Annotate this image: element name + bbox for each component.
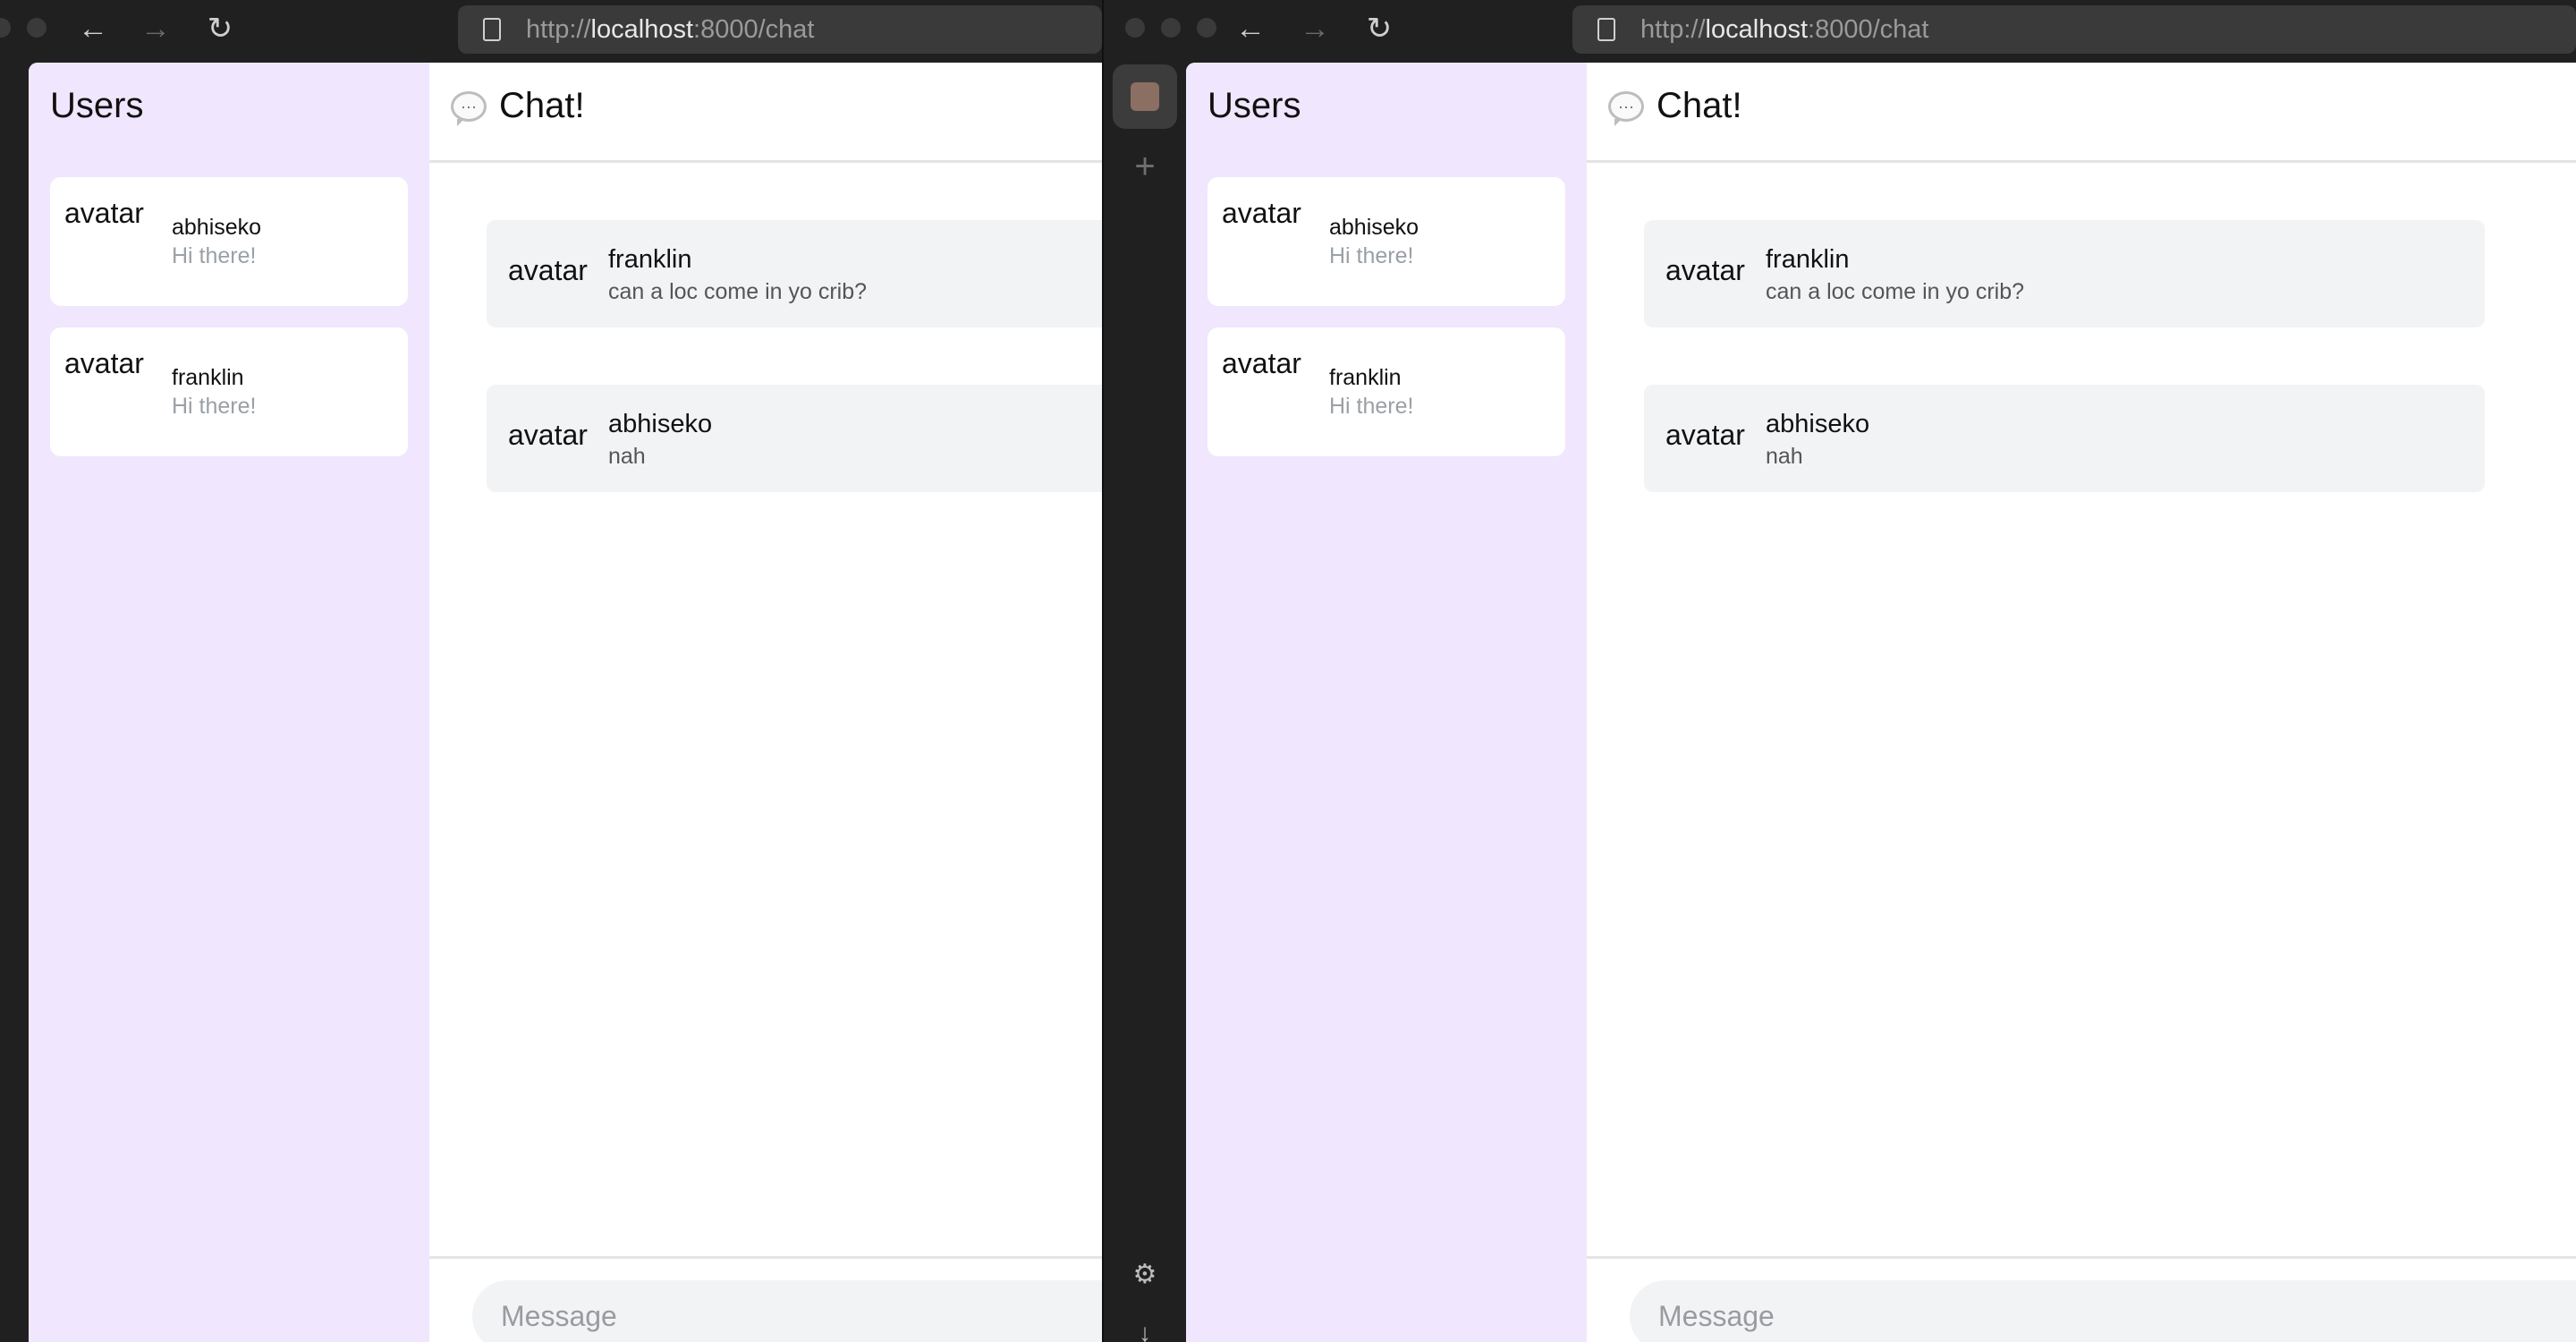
browser-window-left: ← → ↻ http://localhost:8000/chat Users a… — [0, 0, 1102, 1342]
url-host: localhost — [1705, 14, 1809, 44]
user-card-franklin[interactable]: avatar franklin Hi there! — [50, 327, 408, 456]
chat-page: Users avatar abhiseko Hi there! avatar f… — [29, 63, 1102, 1342]
message-item: avatar franklin can a loc come in yo cri… — [1644, 220, 2485, 327]
url-prefix: http:// — [526, 14, 591, 44]
chat-panel: ··· Chat! avatar franklin can a loc come… — [429, 63, 1102, 1342]
speech-bubble-icon: ··· — [451, 90, 487, 126]
close-window-button[interactable] — [1125, 18, 1145, 38]
avatar: avatar — [1665, 419, 1745, 451]
chat-title: ··· Chat! — [451, 86, 585, 126]
browser-vertical-sidebar: + ⚙ ↓ — [1104, 59, 1186, 1342]
chat-page: Users avatar abhiseko Hi there! avatar f… — [1186, 63, 2576, 1342]
avatar: avatar — [64, 197, 144, 229]
user-name: franklin — [172, 365, 244, 390]
user-card-franklin[interactable]: avatar franklin Hi there! — [1208, 327, 1565, 456]
forward-button[interactable]: → — [134, 9, 177, 48]
back-arrow-icon: ← — [1235, 12, 1266, 46]
close-window-button[interactable] — [0, 18, 11, 38]
reload-icon: ↻ — [207, 12, 233, 46]
user-preview: Hi there! — [1329, 394, 1414, 419]
message-input[interactable] — [1630, 1280, 2576, 1342]
message-text: nah — [1766, 444, 1803, 469]
user-name: franklin — [1329, 365, 1402, 390]
url-path: :8000/chat — [1808, 14, 1929, 44]
message-text: nah — [608, 444, 646, 469]
message-item: avatar abhiseko nah — [487, 385, 1102, 492]
avatar: avatar — [508, 254, 588, 286]
chat-title: ··· Chat! — [1608, 86, 1742, 126]
url-host: localhost — [590, 14, 694, 44]
reload-button[interactable]: ↻ — [199, 9, 242, 48]
chat-title-text: Chat! — [499, 86, 585, 125]
url-prefix: http:// — [1640, 14, 1706, 44]
minimize-window-button[interactable] — [1161, 18, 1181, 38]
user-preview: Hi there! — [172, 243, 257, 268]
browser-toolbar: ← → ↻ http://localhost:8000/chat — [1104, 0, 2576, 59]
message-author: franklin — [608, 245, 692, 274]
message-text: can a loc come in yo crib? — [608, 279, 868, 304]
back-arrow-icon: ← — [78, 12, 108, 46]
chat-header: ··· Chat! — [1587, 63, 2576, 163]
user-name: abhiseko — [172, 215, 262, 240]
active-tab[interactable] — [1113, 64, 1177, 129]
settings-button[interactable]: ⚙ — [1125, 1254, 1165, 1294]
avatar: avatar — [64, 347, 144, 379]
avatar: avatar — [1665, 254, 1745, 286]
back-button[interactable]: ← — [1229, 9, 1272, 48]
message-author: abhiseko — [608, 410, 713, 438]
download-icon: ↓ — [1139, 1319, 1151, 1342]
window-controls — [0, 18, 47, 38]
page-document-icon — [483, 18, 501, 41]
message-input[interactable] — [472, 1280, 1102, 1342]
user-card-abhiseko[interactable]: avatar abhiseko Hi there! — [1208, 177, 1565, 306]
downloads-button[interactable]: ↓ — [1125, 1313, 1165, 1342]
reload-button[interactable]: ↻ — [1358, 9, 1401, 48]
users-title: Users — [1208, 86, 1301, 125]
chat-panel: ··· Chat! avatar franklin can a loc come… — [1587, 63, 2576, 1342]
address-bar[interactable]: http://localhost:8000/chat — [458, 5, 1102, 54]
avatar: avatar — [1222, 197, 1301, 229]
message-item: avatar abhiseko nah — [1644, 385, 2485, 492]
users-panel: Users avatar abhiseko Hi there! avatar f… — [29, 63, 429, 1342]
message-item: avatar franklin can a loc come in yo cri… — [487, 220, 1102, 327]
forward-arrow-icon: → — [1300, 12, 1330, 46]
message-text: can a loc come in yo crib? — [1766, 279, 2025, 304]
speech-bubble-icon: ··· — [1608, 90, 1644, 126]
users-title: Users — [50, 86, 144, 125]
forward-button[interactable]: → — [1293, 9, 1336, 48]
minimize-window-button[interactable] — [27, 18, 47, 38]
new-tab-button[interactable]: + — [1120, 141, 1170, 191]
back-button[interactable]: ← — [72, 9, 114, 48]
page-document-icon — [1597, 18, 1615, 41]
users-panel: Users avatar abhiseko Hi there! avatar f… — [1186, 63, 1587, 1342]
user-name: abhiseko — [1329, 215, 1419, 240]
reload-icon: ↻ — [1366, 12, 1393, 46]
gear-icon: ⚙ — [1132, 1259, 1157, 1289]
forward-arrow-icon: → — [140, 12, 171, 46]
user-preview: Hi there! — [1329, 243, 1414, 268]
avatar: avatar — [508, 419, 588, 451]
address-bar[interactable]: http://localhost:8000/chat — [1572, 5, 2576, 54]
window-controls — [1125, 18, 1216, 38]
user-preview: Hi there! — [172, 394, 257, 419]
plus-icon: + — [1134, 146, 1156, 186]
tab-favicon-icon — [1131, 82, 1159, 111]
message-composer — [429, 1256, 1102, 1342]
zoom-window-button[interactable] — [1197, 18, 1216, 38]
message-author: abhiseko — [1766, 410, 1870, 438]
message-author: franklin — [1766, 245, 1850, 274]
message-composer — [1587, 1256, 2576, 1342]
url-path: :8000/chat — [693, 14, 815, 44]
browser-window-right: ← → ↻ http://localhost:8000/chat + ⚙ ↓ U… — [1102, 0, 2576, 1342]
user-card-abhiseko[interactable]: avatar abhiseko Hi there! — [50, 177, 408, 306]
chat-header: ··· Chat! — [429, 63, 1102, 163]
browser-toolbar: ← → ↻ http://localhost:8000/chat — [0, 0, 1102, 59]
avatar: avatar — [1222, 347, 1301, 379]
chat-title-text: Chat! — [1657, 86, 1742, 125]
